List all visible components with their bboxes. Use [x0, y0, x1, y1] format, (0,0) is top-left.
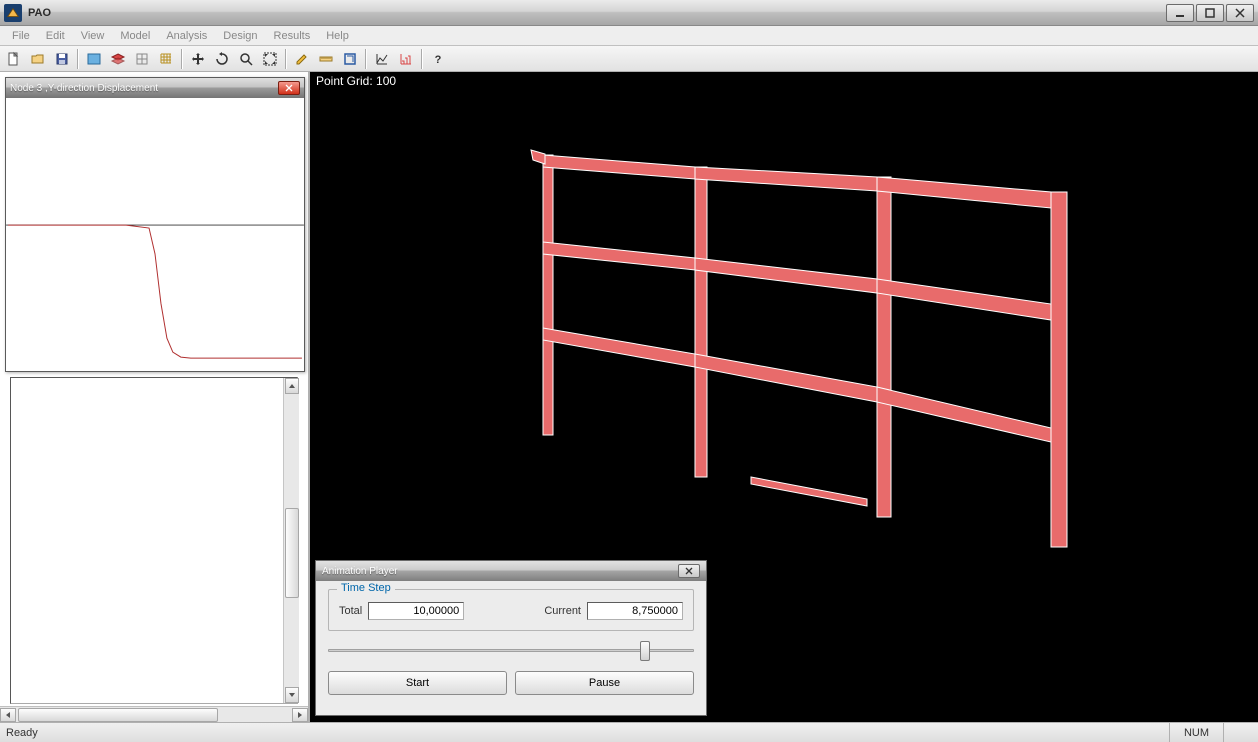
- main-area: Node 3 ,Y-direction Displacement: [0, 72, 1258, 722]
- graph-icon[interactable]: [371, 48, 393, 70]
- toolbar-sep: [365, 49, 367, 69]
- toolbar-sep: [285, 49, 287, 69]
- layers-icon[interactable]: [107, 48, 129, 70]
- toolbar-sep: [77, 49, 79, 69]
- scroll-down-arrow[interactable]: [285, 687, 299, 703]
- total-input[interactable]: [368, 602, 464, 620]
- window-titlebar: PAO: [0, 0, 1258, 26]
- grid-view-icon[interactable]: [83, 48, 105, 70]
- status-num: NUM: [1169, 723, 1223, 742]
- plot-window-titlebar[interactable]: Node 3 ,Y-direction Displacement: [6, 78, 304, 98]
- menu-model[interactable]: Model: [112, 28, 158, 44]
- animation-player-title: Animation Player: [322, 566, 678, 577]
- fit-view-icon[interactable]: [259, 48, 281, 70]
- menu-analysis[interactable]: Analysis: [158, 28, 215, 44]
- current-label: Current: [544, 605, 581, 617]
- hscroll-thumb[interactable]: [18, 708, 218, 722]
- toolbar: ?: [0, 46, 1258, 72]
- time-slider[interactable]: [328, 639, 694, 663]
- viewport-3d[interactable]: Point Grid: 100: [310, 72, 1258, 722]
- zoom-icon[interactable]: [235, 48, 257, 70]
- time-step-group: Time Step Total Current: [328, 589, 694, 631]
- select-box-icon[interactable]: [339, 48, 361, 70]
- animation-player-dialog: Animation Player Time Step Total Current: [315, 560, 707, 716]
- scroll-thumb[interactable]: [285, 508, 299, 598]
- displacement-plot-window: Node 3 ,Y-direction Displacement: [5, 77, 305, 372]
- results-icon[interactable]: [395, 48, 417, 70]
- animation-player-titlebar[interactable]: Animation Player: [316, 561, 706, 581]
- menu-design[interactable]: Design: [215, 28, 265, 44]
- maximize-button[interactable]: [1196, 4, 1224, 22]
- vscrollbar[interactable]: [283, 378, 299, 703]
- menu-bar: File Edit View Model Analysis Design Res…: [0, 26, 1258, 46]
- toolbar-sep: [181, 49, 183, 69]
- left-lower-panel: [10, 377, 298, 704]
- slider-thumb[interactable]: [640, 641, 650, 661]
- menu-file[interactable]: File: [4, 28, 38, 44]
- close-button[interactable]: [1226, 4, 1254, 22]
- new-file-icon[interactable]: [3, 48, 25, 70]
- menu-edit[interactable]: Edit: [38, 28, 73, 44]
- plot-window-title: Node 3 ,Y-direction Displacement: [10, 83, 278, 94]
- start-button[interactable]: Start: [328, 671, 507, 695]
- svg-text:?: ?: [435, 54, 442, 66]
- displacement-chart: [6, 98, 304, 371]
- pencil-icon[interactable]: [291, 48, 313, 70]
- status-grip: [1223, 723, 1252, 742]
- help-icon[interactable]: ?: [427, 48, 449, 70]
- menu-help[interactable]: Help: [318, 28, 357, 44]
- left-pane: Node 3 ,Y-direction Displacement: [0, 72, 310, 722]
- minimize-button[interactable]: [1166, 4, 1194, 22]
- app-icon: [4, 4, 22, 22]
- animation-player-close-button[interactable]: [678, 564, 700, 578]
- scroll-left-arrow[interactable]: [0, 708, 16, 722]
- status-ready: Ready: [6, 727, 38, 739]
- menu-results[interactable]: Results: [266, 28, 319, 44]
- grid-dense-icon[interactable]: [155, 48, 177, 70]
- time-step-label: Time Step: [337, 582, 395, 594]
- open-file-icon[interactable]: [27, 48, 49, 70]
- ruler-icon[interactable]: [315, 48, 337, 70]
- mesh-icon[interactable]: [131, 48, 153, 70]
- scroll-up-arrow[interactable]: [285, 378, 299, 394]
- menu-view[interactable]: View: [73, 28, 113, 44]
- move-icon[interactable]: [187, 48, 209, 70]
- pause-button[interactable]: Pause: [515, 671, 694, 695]
- save-icon[interactable]: [51, 48, 73, 70]
- status-bar: Ready NUM: [0, 722, 1258, 742]
- hscrollbar[interactable]: [0, 706, 308, 722]
- plot-close-button[interactable]: [278, 81, 300, 95]
- rotate-icon[interactable]: [211, 48, 233, 70]
- window-title: PAO: [28, 7, 1166, 19]
- total-label: Total: [339, 605, 362, 617]
- current-input[interactable]: [587, 602, 683, 620]
- toolbar-sep: [421, 49, 423, 69]
